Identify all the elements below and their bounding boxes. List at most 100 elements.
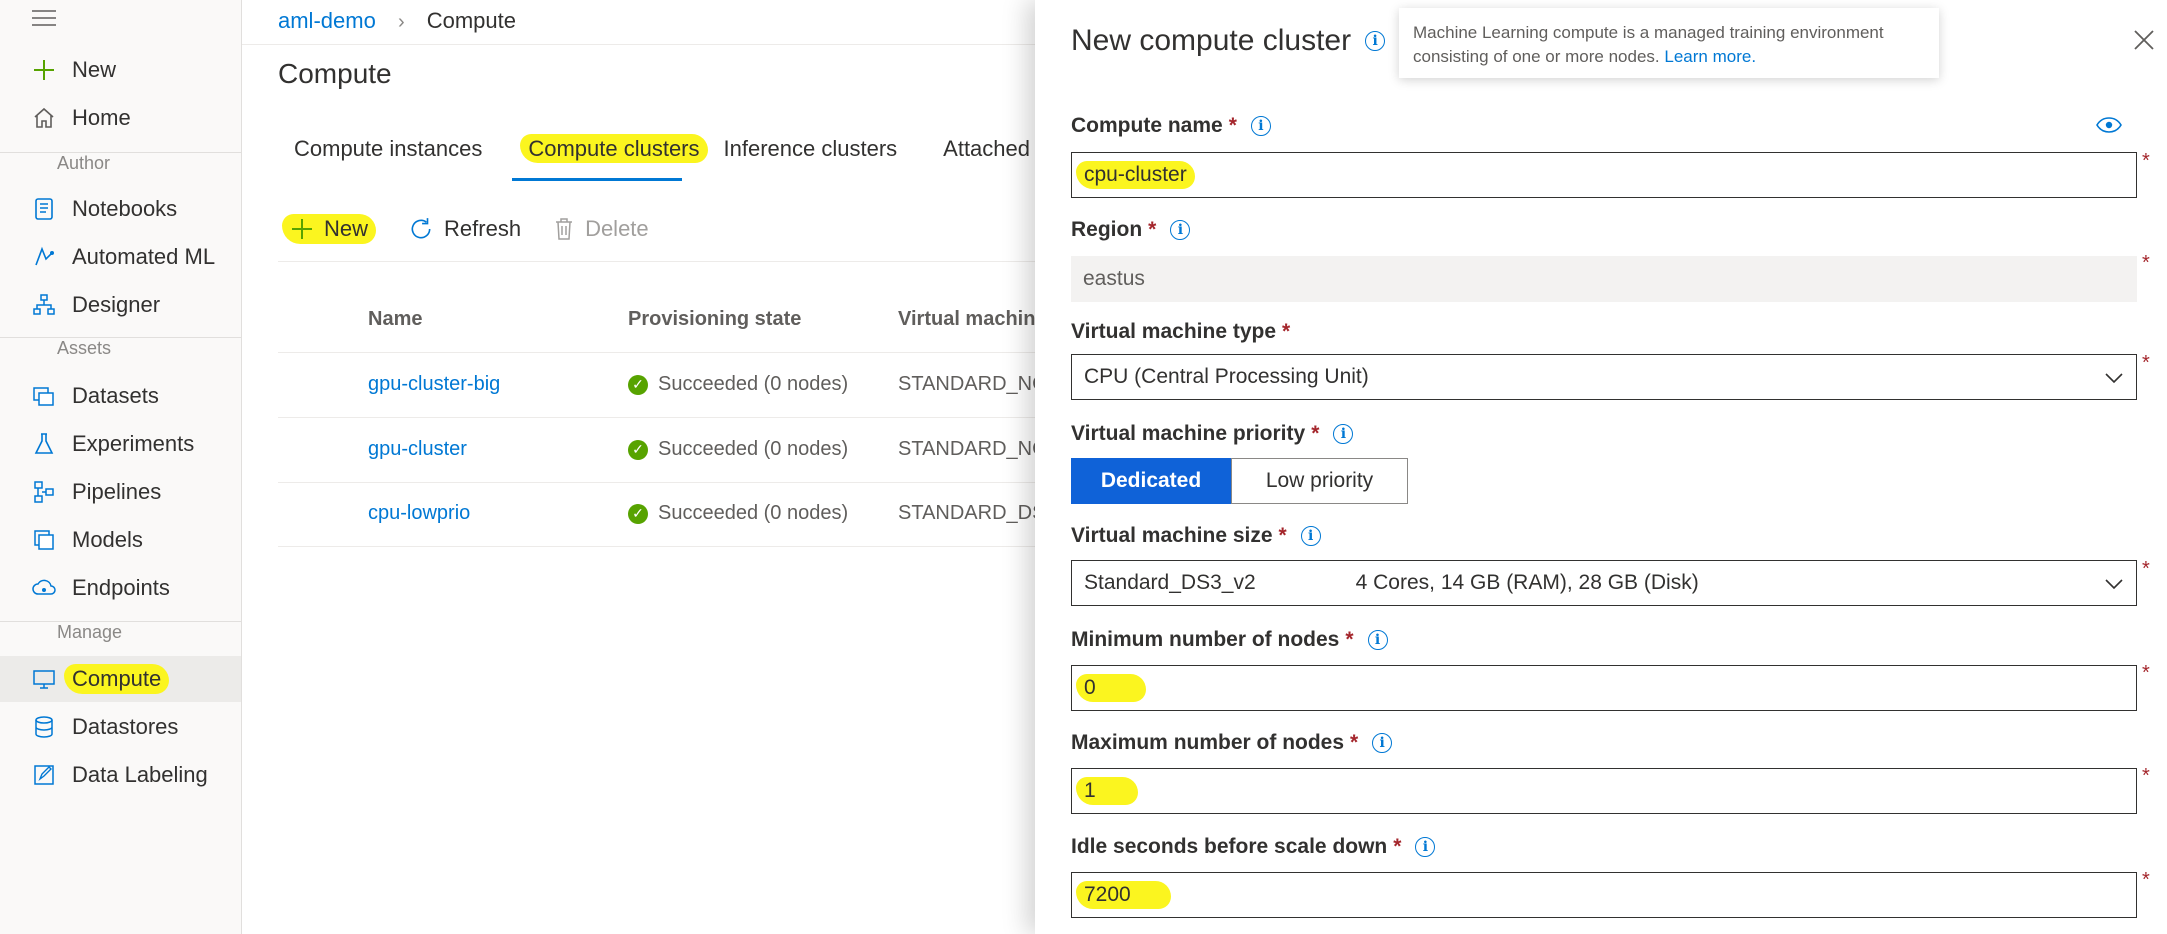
chevron-down-icon: [2104, 573, 2124, 597]
cluster-name-link[interactable]: cpu-lowprio: [368, 502, 470, 525]
sidebar-item-label: Notebooks: [72, 196, 178, 221]
chevron-down-icon: [2104, 367, 2124, 391]
priority-dedicated-option[interactable]: Dedicated: [1071, 458, 1231, 504]
breadcrumb-current: Compute: [426, 8, 517, 33]
sidebar-item-data-labeling[interactable]: Data Labeling: [0, 752, 241, 798]
max-nodes-input[interactable]: 1: [1071, 768, 2137, 814]
datasets-icon: [30, 382, 58, 410]
active-tab-indicator: [512, 178, 682, 181]
tab-compute-instances[interactable]: Compute instances: [294, 136, 482, 162]
sidebar-item-compute[interactable]: Compute: [0, 656, 241, 702]
label-text: Virtual machine priority: [1071, 422, 1306, 445]
table-row[interactable]: cpu-lowprio ✓ Succeeded (0 nodes) STANDAR…: [278, 482, 1057, 547]
hamburger-icon[interactable]: [32, 10, 56, 31]
toolbar: New Refresh Delete: [282, 214, 681, 244]
page-title: Compute: [278, 58, 392, 89]
required-marker: *: [2142, 662, 2150, 684]
info-icon[interactable]: i: [1372, 733, 1393, 753]
compute-name-input[interactable]: cpu-cluster: [1071, 152, 2137, 198]
learn-more-link[interactable]: Learn more.: [1664, 47, 1756, 66]
input-value: eastus: [1083, 267, 1145, 290]
table-row[interactable]: gpu-cluster-big ✓ Succeeded (0 nodes) STA…: [278, 353, 1058, 418]
sidebar-item-notebooks[interactable]: Notebooks: [0, 186, 241, 232]
sidebar-item-label: Experiments: [72, 431, 195, 456]
notebook-icon: [30, 195, 58, 223]
sidebar-item-pipelines[interactable]: Pipelines: [0, 469, 241, 515]
required-marker: *: [2142, 352, 2150, 374]
sidebar-item-label: Compute: [64, 664, 170, 694]
info-icon[interactable]: i: [1415, 837, 1436, 857]
panel-title-text: New compute cluster: [1071, 24, 1352, 57]
refresh-button[interactable]: Refresh: [408, 216, 521, 242]
label-text: Compute name: [1071, 114, 1223, 137]
new-compute-cluster-panel: New compute cluster i Machine Learning c…: [1035, 0, 2167, 934]
sidebar-item-datastores[interactable]: Datastores: [0, 704, 241, 750]
info-icon[interactable]: i: [1250, 116, 1271, 136]
label-text: Virtual machine type: [1071, 320, 1277, 343]
sidebar-item-label: Automated ML: [72, 244, 216, 269]
labeling-icon: [30, 761, 58, 789]
new-button[interactable]: New: [282, 214, 377, 244]
info-icon[interactable]: i: [1300, 526, 1321, 546]
column-header-vm[interactable]: Virtual machine: [898, 308, 1047, 331]
models-icon: [30, 526, 58, 554]
priority-low-option[interactable]: Low priority: [1231, 458, 1408, 504]
vm-size-label: Virtual machine size * i: [1071, 524, 1321, 548]
vm-size: STANDARD_NC1: [898, 438, 1058, 460]
required-marker: *: [1350, 731, 1359, 754]
required-marker: *: [2142, 558, 2150, 580]
status: ✓ Succeeded (0 nodes): [628, 373, 848, 396]
sidebar-item-home[interactable]: Home: [0, 95, 241, 141]
tab-compute-clusters[interactable]: Compute clusters: [520, 134, 708, 163]
min-nodes-input[interactable]: 0: [1071, 665, 2137, 711]
sidebar-item-experiments[interactable]: Experiments: [0, 421, 241, 467]
sidebar-item-automated-ml[interactable]: Automated ML: [0, 234, 241, 280]
dropdown-value: Standard_DS3_v2: [1084, 571, 1256, 594]
info-icon[interactable]: i: [1367, 630, 1388, 650]
eye-icon[interactable]: [2096, 116, 2122, 139]
sidebar-item-designer[interactable]: Designer: [0, 282, 241, 328]
status-text: Succeeded (0 nodes): [658, 373, 849, 395]
cluster-name-link[interactable]: gpu-cluster: [368, 438, 467, 461]
delete-button-label: Delete: [585, 216, 649, 241]
sidebar-divider: [0, 337, 241, 338]
trash-icon: [553, 217, 575, 241]
column-header-name[interactable]: Name: [368, 308, 422, 331]
toolbar-divider: [278, 261, 1048, 262]
table-row[interactable]: gpu-cluster ✓ Succeeded (0 nodes) STANDAR…: [278, 418, 1058, 483]
plus-icon: [290, 217, 314, 241]
sidebar-item-endpoints[interactable]: Endpoints: [0, 565, 241, 611]
info-icon[interactable]: i: [1333, 424, 1354, 444]
cluster-name-link[interactable]: gpu-cluster-big: [368, 373, 500, 396]
info-icon[interactable]: i: [1170, 220, 1191, 240]
required-marker: *: [1278, 524, 1287, 547]
required-marker: *: [1311, 422, 1320, 445]
tab-attached-compute[interactable]: Attached c: [943, 136, 1047, 162]
label-text: Idle seconds before scale down: [1071, 835, 1388, 858]
input-value: 1: [1076, 777, 1138, 805]
chevron-right-icon: ›: [397, 11, 405, 33]
info-icon[interactable]: i: [1365, 31, 1386, 51]
monitor-icon: [30, 665, 58, 693]
input-value: cpu-cluster: [1076, 161, 1195, 189]
delete-button[interactable]: Delete: [553, 216, 649, 242]
label-text: Maximum number of nodes: [1071, 731, 1345, 754]
compute-name-label: Compute name * i: [1071, 114, 1271, 138]
sidebar-item-new[interactable]: New: [0, 47, 241, 93]
vm-type-dropdown[interactable]: CPU (Central Processing Unit): [1071, 354, 2137, 400]
idle-seconds-label: Idle seconds before scale down * i: [1071, 835, 1436, 859]
vm-priority-label: Virtual machine priority * i: [1071, 422, 1354, 446]
sidebar-section-assets: Assets: [57, 338, 112, 358]
close-icon[interactable]: [2133, 22, 2155, 59]
tooltip-text: Machine Learning compute is a managed tr…: [1413, 23, 1884, 66]
check-circle-icon: ✓: [628, 503, 648, 524]
tab-inference-clusters[interactable]: Inference clusters: [724, 136, 898, 162]
idle-seconds-input[interactable]: 7200: [1071, 872, 2137, 918]
sidebar-item-label: Models: [72, 527, 143, 552]
sidebar-item-models[interactable]: Models: [0, 517, 241, 563]
breadcrumb-workspace[interactable]: aml-demo: [278, 8, 376, 33]
vm-size-dropdown[interactable]: Standard_DS3_v2 4 Cores, 14 GB (RAM), 28…: [1071, 560, 2137, 606]
sidebar-item-datasets[interactable]: Datasets: [0, 373, 241, 419]
column-header-state[interactable]: Provisioning state: [628, 308, 801, 331]
automl-icon: [30, 243, 58, 271]
